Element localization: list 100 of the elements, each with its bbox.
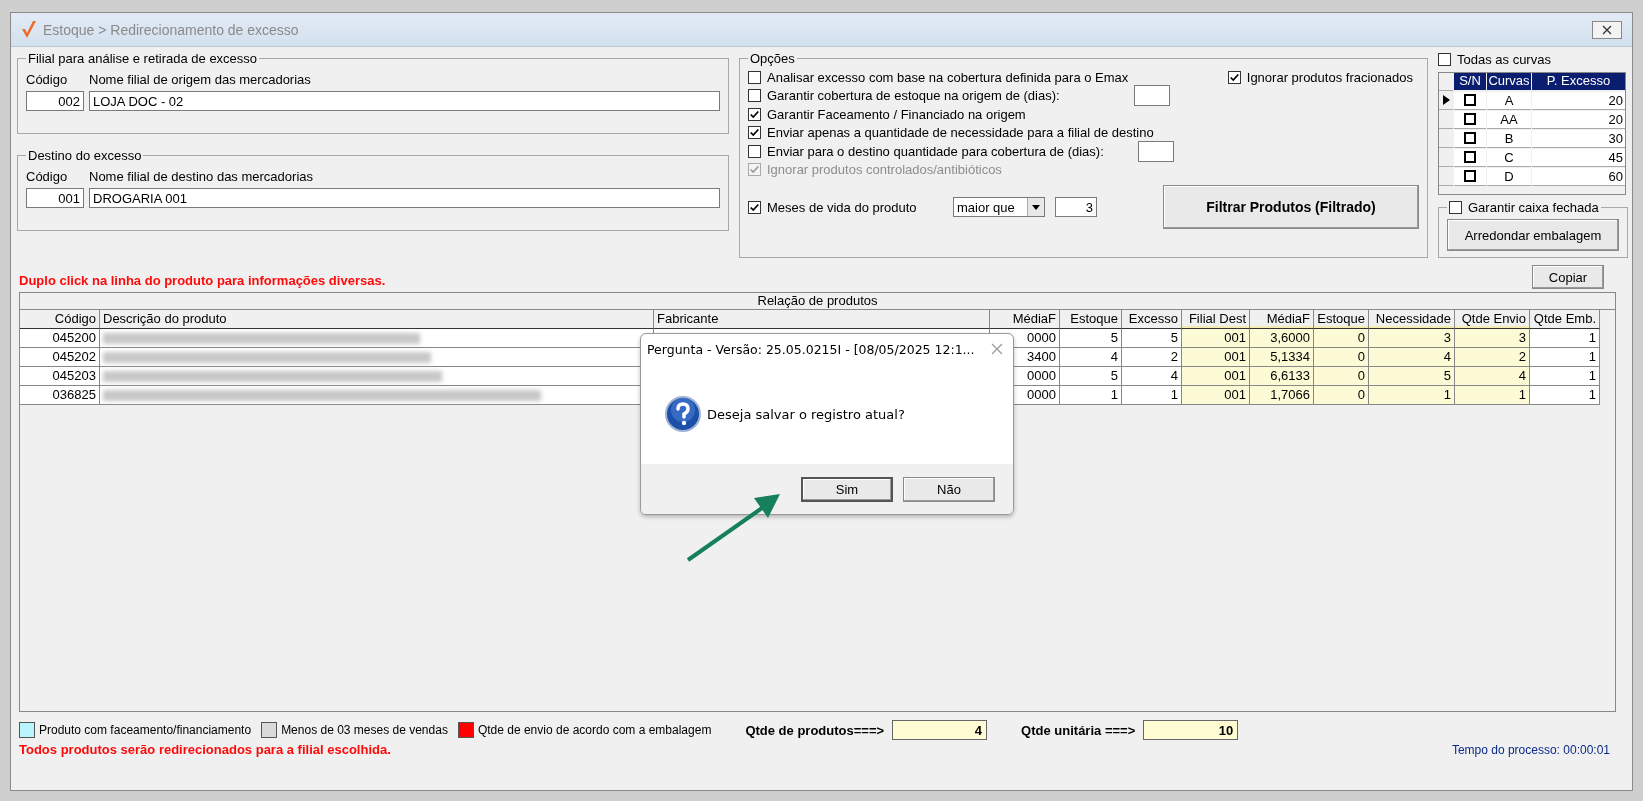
checkbox-label: Enviar para o destino quantidade para cobertura de (dias): xyxy=(767,143,1104,159)
total-value: 4 xyxy=(892,720,988,740)
table-cell: 5,1334 xyxy=(1250,348,1314,367)
checkbox[interactable] xyxy=(748,70,761,84)
days-field[interactable] xyxy=(1133,85,1170,107)
code-field[interactable]: 001 xyxy=(26,188,84,208)
table-cell: 1 xyxy=(1122,386,1182,405)
table-cell: 1 xyxy=(1530,386,1600,405)
dialog-button[interactable]: Não xyxy=(903,476,995,502)
legend-label: Qtde de envio de acordo com a embalagem xyxy=(477,723,712,737)
dialog-title: Pergunta - Versão: 25.05.0215I - [08/05/2025 12:1... xyxy=(647,341,975,357)
table-cell: 0 xyxy=(1314,329,1369,348)
table-cell: 3,6000 xyxy=(1250,329,1314,348)
checkbox-label: Garantir caixa fechada xyxy=(1468,200,1599,216)
round-package-button[interactable]: Arredondar embalagem xyxy=(1447,219,1619,251)
legend-label: Menos de 03 meses de vendas xyxy=(281,723,448,737)
checkbox[interactable] xyxy=(1464,113,1476,125)
group-title: Opções xyxy=(749,51,796,66)
column-header: P. Excesso xyxy=(1532,72,1625,90)
footer-note: Todos produtos serão redirecionados para a filial escolhida. xyxy=(19,742,392,757)
checkbox[interactable] xyxy=(748,89,761,103)
check-logo-icon xyxy=(21,19,37,40)
table-cell: 5 xyxy=(1060,367,1122,386)
table-cell: 1 xyxy=(1369,386,1455,405)
checkbox-label: Todas as curvas xyxy=(1457,51,1551,67)
row-pointer-icon xyxy=(1442,95,1450,105)
table-caption: Relação de produtos xyxy=(20,293,1615,310)
table-cell: 4 xyxy=(1122,367,1182,386)
table-cell: 045200 xyxy=(20,329,100,348)
table-cell: 45 xyxy=(1532,148,1625,167)
table-cell: 1,7066 xyxy=(1250,386,1314,405)
table-cell: 036825 xyxy=(20,386,100,405)
window-title: Estoque > Redirecionamento de excesso xyxy=(43,21,299,38)
table-cell: 20 xyxy=(1532,110,1625,129)
checkbox[interactable] xyxy=(1464,94,1476,106)
table-cell: 20 xyxy=(1532,91,1625,110)
dialog-button[interactable]: Sim xyxy=(801,476,893,502)
table-cell: 0 xyxy=(1314,348,1369,367)
checkbox[interactable] xyxy=(1449,201,1462,215)
column-header: Qtde Envio xyxy=(1455,310,1530,329)
table-cell: AA xyxy=(1487,110,1531,129)
table-cell: 045203 xyxy=(20,367,100,386)
group-title: Filial para análise e retirada de excesso xyxy=(27,51,259,66)
checkbox-label: Garantir cobertura de estoque na origem de (dias): xyxy=(767,88,1060,104)
total-label: Qtde unitária ===> xyxy=(1021,722,1136,738)
table-cell: 001 xyxy=(1182,386,1250,405)
caret-icon xyxy=(1027,198,1044,216)
checkbox-label: Meses de vida do produto xyxy=(767,199,918,215)
checkbox[interactable] xyxy=(1438,52,1451,66)
copy-button[interactable]: Copiar xyxy=(1532,265,1604,289)
months-field[interactable]: 3 xyxy=(1055,197,1097,217)
filter-button[interactable]: Filtrar Produtos (Filtrado) xyxy=(1163,185,1419,229)
table-cell: 2 xyxy=(1122,348,1182,367)
checkbox[interactable] xyxy=(1464,132,1476,144)
dialog-message: Deseja salvar o registro atual? xyxy=(707,406,905,422)
checkbox-label: Garantir Faceamento / Financiado na origem xyxy=(767,106,1026,122)
field-label: Nome filial de destino das mercadorias xyxy=(89,169,313,184)
field-label: Código xyxy=(26,169,69,184)
table-cell: 4 xyxy=(1369,348,1455,367)
checkbox[interactable] xyxy=(748,144,761,158)
table-cell: 1 xyxy=(1455,386,1530,405)
table-cell: 4 xyxy=(1060,348,1122,367)
table-cell: 0 xyxy=(1314,386,1369,405)
hint-text: Duplo click na linha do produto para informações diversas. xyxy=(19,273,386,290)
checkbox[interactable] xyxy=(748,200,761,214)
table-cell: 3 xyxy=(1455,329,1530,348)
group-title: Destino do excesso xyxy=(27,148,143,163)
total-value: 10 xyxy=(1143,720,1239,740)
table-cell: 1 xyxy=(1060,386,1122,405)
close-button[interactable] xyxy=(1592,20,1622,39)
table-cell: 6,6133 xyxy=(1250,367,1314,386)
checkbox[interactable] xyxy=(748,107,761,121)
table-cell: 001 xyxy=(1182,329,1250,348)
checkbox[interactable] xyxy=(1227,70,1241,84)
close-icon[interactable] xyxy=(991,343,1003,355)
table-cell: C xyxy=(1487,148,1531,167)
legend-label: Produto com faceamento/financiamento xyxy=(39,723,252,737)
column-header: MédiaF xyxy=(1250,310,1314,329)
table-cell: 2 xyxy=(1455,348,1530,367)
table-cell: 001 xyxy=(1182,348,1250,367)
question-icon xyxy=(665,396,701,432)
table-cell: 001 xyxy=(1182,367,1250,386)
name-field[interactable]: DROGARIA 001 xyxy=(89,188,720,208)
table-cell: 4 xyxy=(1455,367,1530,386)
checkbox[interactable] xyxy=(1464,151,1476,163)
checkbox[interactable] xyxy=(1464,170,1476,182)
table-cell: 3 xyxy=(1369,329,1455,348)
close-icon xyxy=(1602,24,1612,35)
operator-dropdown[interactable]: maior que xyxy=(953,197,1045,217)
table-cell: 045202 xyxy=(20,348,100,367)
checkbox[interactable] xyxy=(748,126,761,140)
name-field[interactable]: LOJA DOC - 02 xyxy=(89,91,720,111)
field-label: Código xyxy=(26,72,69,87)
days-field[interactable] xyxy=(1137,140,1174,162)
table-cell: 5 xyxy=(1369,367,1455,386)
checkbox-label: Ignorar produtos fracionados xyxy=(1246,69,1413,85)
table-cell: 60 xyxy=(1532,167,1625,186)
table-cell: 1 xyxy=(1530,348,1600,367)
code-field[interactable]: 002 xyxy=(26,91,84,111)
column-header: S/N xyxy=(1454,72,1486,90)
